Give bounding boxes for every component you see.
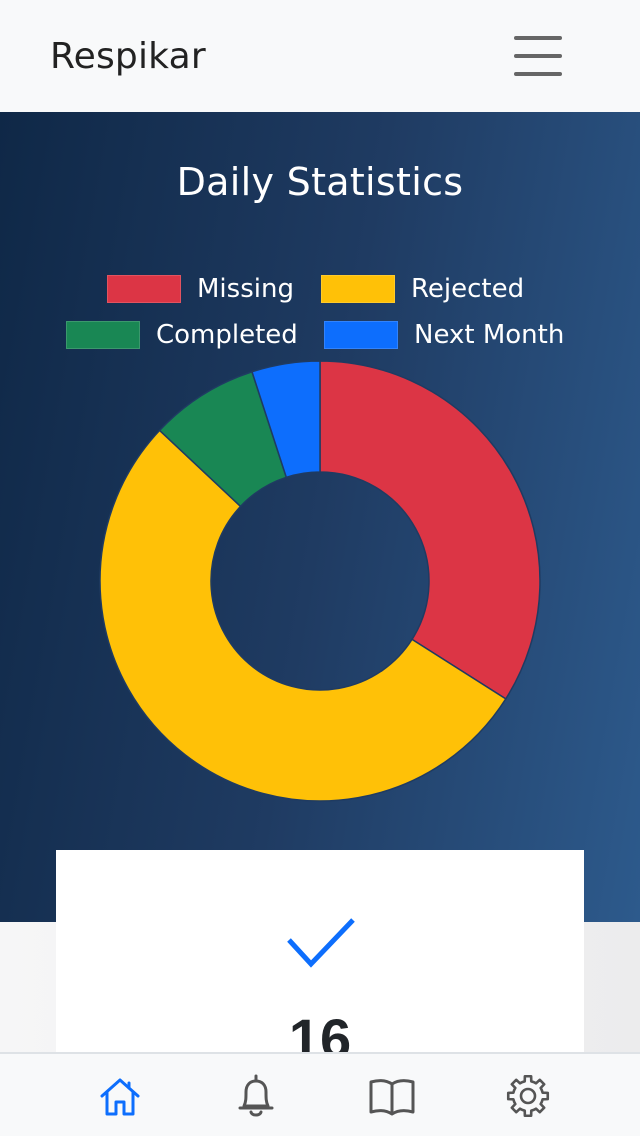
- brand-title[interactable]: Respikar: [50, 36, 206, 77]
- app-screen: Respikar Daily Statistics Missing Reject…: [0, 0, 640, 1136]
- tab-home[interactable]: [96, 1072, 144, 1120]
- tab-notifications[interactable]: [232, 1072, 280, 1120]
- menu-bar: [514, 72, 562, 76]
- gear-icon: [506, 1074, 550, 1118]
- tab-settings[interactable]: [504, 1072, 552, 1120]
- checkmark-icon: [287, 918, 355, 968]
- menu-bar: [514, 54, 562, 58]
- tab-library[interactable]: [368, 1072, 416, 1120]
- bell-icon: [238, 1074, 274, 1117]
- book-icon: [369, 1079, 415, 1116]
- doughnut-chart: [99, 360, 541, 802]
- slice-missing[interactable]: [319, 360, 541, 700]
- bottom-tab-bar: [0, 1052, 640, 1136]
- hamburger-menu-icon[interactable]: [514, 36, 562, 76]
- top-navbar: Respikar: [0, 0, 640, 112]
- statistics-hero: Daily Statistics Missing Rejected Comple…: [0, 112, 640, 922]
- home-icon: [100, 1078, 140, 1116]
- menu-bar: [514, 36, 562, 40]
